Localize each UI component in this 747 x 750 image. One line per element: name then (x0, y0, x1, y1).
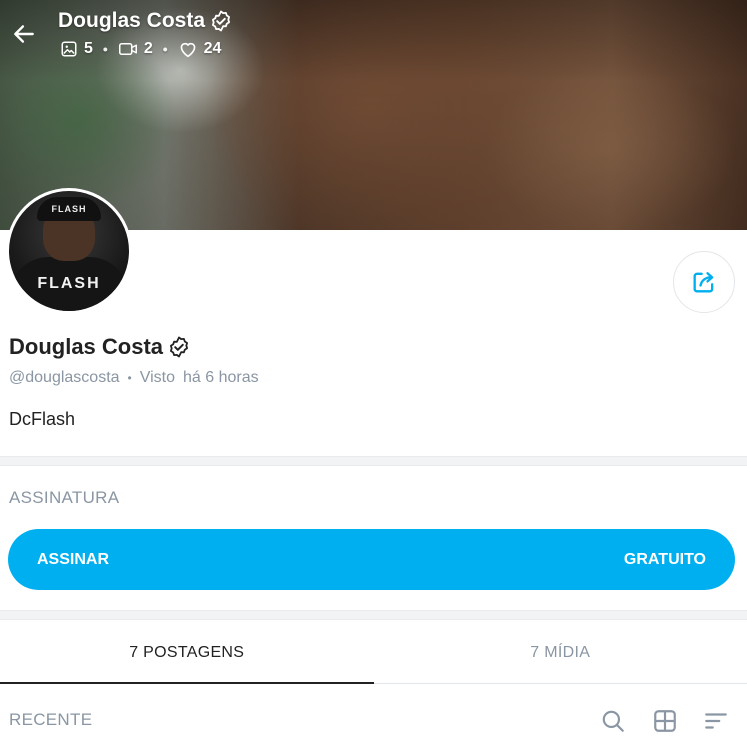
content-tabs: 7 POSTAGENS 7 MÍDIA (0, 622, 747, 684)
tab-media-label: 7 MÍDIA (530, 643, 591, 661)
tab-posts-label: 7 POSTAGENS (129, 643, 245, 661)
posts-toolbar: RECENTE (0, 690, 747, 750)
sort-button[interactable] (701, 706, 731, 736)
heart-icon (180, 42, 195, 58)
grid-view-button[interactable] (650, 706, 680, 736)
arrow-left-icon (14, 25, 34, 43)
back-button[interactable] (6, 16, 42, 52)
last-seen-time: há 6 horas (183, 369, 259, 386)
tab-posts[interactable]: 7 POSTAGENS (0, 622, 374, 684)
subscribe-price: GRATUITO (623, 550, 706, 568)
stat-separator: • (102, 41, 108, 57)
verified-icon (170, 336, 189, 358)
section-divider (0, 610, 747, 620)
stat-videos-value: 2 (143, 40, 153, 57)
stat-images: 5 (60, 40, 93, 58)
profile-bio: DcFlash (9, 409, 76, 429)
meta-separator: • (127, 371, 132, 385)
verified-icon (212, 10, 231, 32)
profile-name-text: Douglas Costa (9, 334, 164, 359)
avatar-photo: FLASH FLASH (9, 191, 129, 311)
stat-images-value: 5 (84, 40, 93, 57)
subscribe-button[interactable]: ASSINAR GRATUITO (8, 529, 735, 590)
header-stats: 5 • 2 • 24 (60, 40, 221, 58)
subscribe-label: ASSINAR (37, 550, 110, 568)
share-button[interactable] (673, 251, 735, 313)
avatar[interactable]: FLASH FLASH (6, 188, 132, 314)
stat-separator: • (162, 41, 168, 57)
image-icon (61, 41, 77, 57)
avatar-shirt-text: FLASH (37, 275, 101, 292)
last-seen-label: Visto (139, 369, 176, 386)
profile-name: Douglas Costa (9, 334, 191, 360)
header-name: Douglas Costa (58, 9, 206, 32)
stat-likes-value: 24 (203, 40, 222, 57)
sort-label: RECENTE (9, 710, 93, 729)
video-icon (118, 43, 137, 55)
section-divider (0, 456, 747, 466)
sort-icon (705, 713, 727, 729)
header-title: Douglas Costa (58, 9, 233, 33)
profile-handle[interactable]: @douglascosta (9, 369, 120, 387)
search-icon (602, 710, 624, 732)
search-button[interactable] (598, 706, 628, 736)
avatar-cap: FLASH (37, 197, 101, 221)
grid-icon (654, 710, 676, 732)
tab-media[interactable]: 7 MÍDIA (374, 622, 747, 683)
stat-likes: 24 (178, 40, 222, 58)
top-bar: Douglas Costa 5 • 2 • 24 (0, 0, 747, 70)
profile-meta: @douglascosta • Visto há 6 horas (9, 369, 259, 387)
subscription-title: ASSINATURA (9, 488, 120, 507)
avatar-cap-text: FLASH (51, 204, 87, 214)
share-icon (693, 272, 714, 293)
stat-videos: 2 (118, 40, 153, 58)
